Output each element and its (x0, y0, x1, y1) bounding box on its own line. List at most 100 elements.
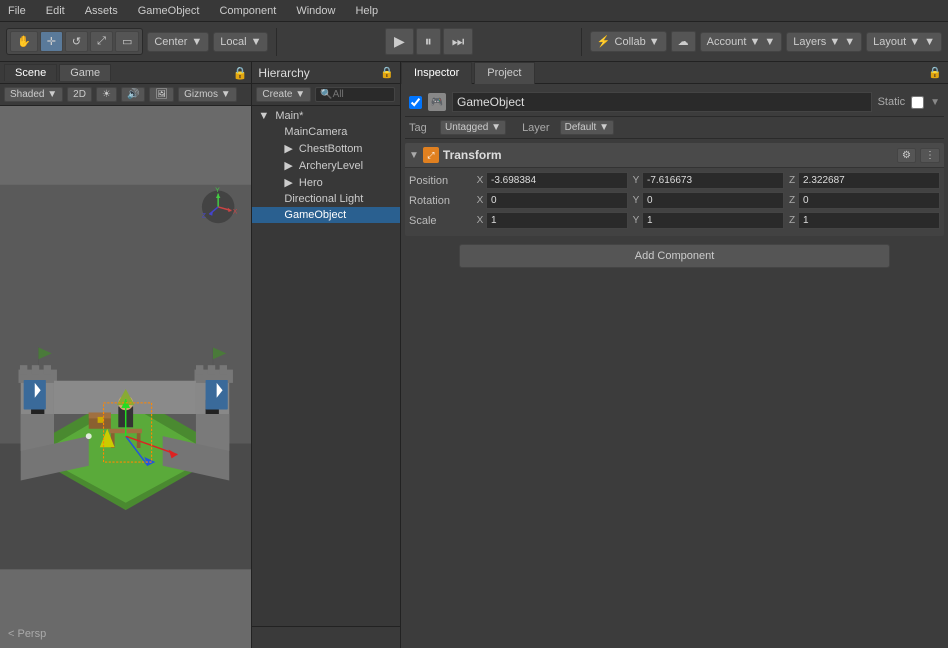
rotation-y-input[interactable] (642, 192, 784, 209)
hierarchy-item-chestbottom[interactable]: ▶ ChestBottom (252, 140, 400, 157)
hierarchy-item-archerylevel[interactable]: ▶ ArcheryLevel (252, 157, 400, 174)
z-label: Z (786, 195, 798, 206)
svg-text:Z: Z (202, 212, 206, 219)
tab-inspector[interactable]: Inspector (401, 62, 472, 84)
step-button[interactable]: ⏭ (443, 28, 474, 55)
scene-view[interactable]: X Y Z < Persp (0, 106, 251, 648)
hierarchy-item-gameobject[interactable]: GameObject (252, 207, 400, 223)
add-component-button[interactable]: Add Component (459, 244, 890, 268)
hierarchy-item-main[interactable]: ▼ Main* (252, 108, 400, 124)
gizmos-dropdown[interactable]: Gizmos ▼ (178, 87, 237, 102)
menu-component[interactable]: Component (215, 3, 280, 19)
layer-dropdown[interactable]: Default ▼ (560, 120, 614, 135)
component-settings-icon[interactable]: ⚙ (897, 148, 916, 163)
local-dropdown[interactable]: Local ▼ (213, 32, 268, 52)
rotation-z-input[interactable] (798, 192, 940, 209)
menu-assets[interactable]: Assets (81, 3, 122, 19)
tool-group: ✋ ✛ ↺ ⤢ ▭ (6, 28, 143, 55)
rotation-y-group: Y (630, 192, 784, 209)
inspector-tab-bar: Inspector Project 🔒 (401, 62, 948, 84)
hierarchy-item-label: ChestBottom (299, 143, 363, 155)
rotation-x-input[interactable] (486, 192, 628, 209)
layers-label: Layers ▼ (793, 36, 840, 48)
static-label: Static (878, 96, 906, 108)
account-dropdown[interactable]: Account ▼ ▼ (700, 32, 783, 52)
tag-dropdown[interactable]: Untagged ▼ (440, 120, 506, 135)
center-dropdown[interactable]: Center ▼ (147, 32, 209, 52)
lock-icon[interactable]: 🔒 (928, 66, 942, 79)
menu-edit[interactable]: Edit (42, 3, 69, 19)
lock-icon[interactable]: 🔒 (232, 66, 247, 80)
scale-tool[interactable]: ⤢ (90, 31, 113, 52)
rotate-tool[interactable]: ↺ (65, 31, 88, 52)
gameobject-active-checkbox[interactable] (409, 96, 422, 109)
effects-btn[interactable]: 🖼 (149, 87, 174, 102)
component-expand-arrow[interactable]: ▼ (409, 150, 419, 161)
lock-icon[interactable]: 🔒 (380, 66, 394, 79)
scale-z-input[interactable] (798, 212, 940, 229)
transform-component-header: ▼ ⤢ Transform ⚙ ⋮ (405, 143, 944, 168)
menu-help[interactable]: Help (351, 3, 382, 19)
collab-icon: ⚡ (597, 35, 611, 48)
tab-scene[interactable]: Scene (4, 64, 57, 81)
scale-y-group: Y (630, 212, 784, 229)
rect-tool[interactable]: ▭ (115, 31, 139, 52)
hierarchy-item-directionallight[interactable]: Directional Light (252, 191, 400, 207)
scale-x-input[interactable] (486, 212, 628, 229)
expand-arrow: ▼ (258, 110, 269, 122)
tag-label: Tag (409, 122, 434, 134)
gameobject-name-input[interactable] (452, 92, 872, 112)
collab-dropdown[interactable]: ⚡ Collab ▼ (590, 31, 667, 52)
local-label: Local (220, 36, 246, 48)
svg-text:X: X (233, 209, 238, 216)
2d-button[interactable]: 2D (67, 87, 92, 102)
hierarchy-item-label: Directional Light (284, 193, 363, 205)
layers-dropdown[interactable]: Layers ▼ ▼ (786, 32, 862, 52)
scale-y-input[interactable] (642, 212, 784, 229)
hierarchy-item-label: Main* (275, 110, 303, 122)
position-y-input[interactable] (642, 172, 784, 189)
menu-gameobject[interactable]: GameObject (134, 3, 204, 19)
static-checkbox[interactable] (911, 96, 924, 109)
menu-window[interactable]: Window (292, 3, 339, 19)
cloud-button[interactable]: ☁ (671, 31, 696, 52)
center-label: Center (154, 36, 187, 48)
play-button[interactable]: ▶ (385, 28, 414, 55)
component-icons: ⚙ ⋮ (897, 148, 940, 163)
z-label: Z (786, 215, 798, 226)
shaded-dropdown[interactable]: Shaded ▼ (4, 87, 63, 102)
expand-arrow: ▶ (284, 159, 292, 172)
chevron-down-icon: ▼ (764, 36, 775, 48)
scene-tab-bar: Scene Game 🔒 (0, 62, 251, 84)
audio-btn[interactable]: 🔊 (121, 87, 145, 102)
hierarchy-search[interactable] (315, 87, 395, 102)
rotation-row: Rotation X Y Z (409, 192, 940, 209)
component-overflow-icon[interactable]: ⋮ (920, 148, 940, 163)
rotation-xyz: X Y Z (474, 192, 940, 209)
hand-tool[interactable]: ✋ (10, 31, 38, 52)
x-label: X (474, 175, 486, 186)
chevron-down-icon: ▼ (844, 36, 855, 48)
hierarchy-content: ▼ Main* MainCamera ▶ ChestBottom ▶ Arche… (252, 106, 400, 626)
menu-bar: File Edit Assets GameObject Component Wi… (0, 0, 948, 22)
pause-button[interactable]: ⏸ (416, 28, 441, 55)
position-z-input[interactable] (798, 172, 940, 189)
create-dropdown[interactable]: Create ▼ (256, 87, 311, 102)
gameobject-icon: 🎮 (428, 93, 446, 111)
hierarchy-item-maincamera[interactable]: MainCamera (252, 124, 400, 140)
hierarchy-item-hero[interactable]: ▶ Hero (252, 174, 400, 191)
scale-label: Scale (409, 215, 474, 227)
tab-project[interactable]: Project (474, 62, 534, 84)
main-layout: Scene Game 🔒 Shaded ▼ 2D ☀ 🔊 🖼 Gizmos ▼ (0, 62, 948, 648)
chevron-down-icon: ▼ (930, 97, 940, 108)
lighting-btn[interactable]: ☀ (96, 87, 117, 102)
position-row: Position X Y Z (409, 172, 940, 189)
layout-dropdown[interactable]: Layout ▼ ▼ (866, 32, 942, 52)
position-x-input[interactable] (486, 172, 628, 189)
chevron-down-icon: ▼ (491, 122, 501, 133)
tab-game[interactable]: Game (59, 64, 111, 81)
scene-panel: Scene Game 🔒 Shaded ▼ 2D ☀ 🔊 🖼 Gizmos ▼ (0, 62, 252, 648)
inspector-content: 🎮 Static ▼ Tag Untagged ▼ Layer Default … (401, 84, 948, 648)
menu-file[interactable]: File (4, 3, 30, 19)
move-tool[interactable]: ✛ (40, 31, 63, 52)
